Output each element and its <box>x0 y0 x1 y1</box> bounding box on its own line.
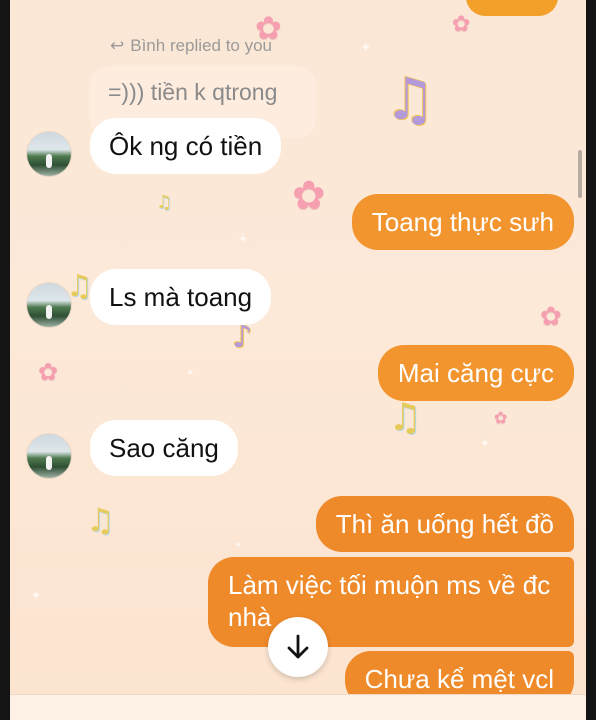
sparkle-icon: ✦ <box>360 40 372 56</box>
avatar[interactable] <box>27 283 71 327</box>
sparkle-icon: ✦ <box>234 540 243 551</box>
message-bubble-outgoing[interactable]: Làm việc tối muộn ms về đc nhà <box>208 557 574 647</box>
message-bubble-outgoing[interactable]: Toang thực sưh <box>351 194 574 250</box>
message-text: Toang thực sưh <box>371 207 554 237</box>
music-note-icon: ♫ <box>86 501 115 539</box>
music-note-icon: ♫ <box>388 395 423 439</box>
sparkle-icon: ✦ <box>480 436 491 450</box>
message-bubble-incoming[interactable]: Sao căng <box>90 420 238 476</box>
avatar[interactable] <box>27 132 71 176</box>
reply-context-label: ↩ Bình replied to you <box>110 36 272 56</box>
music-note-icon: ♫ <box>66 269 93 304</box>
message-text: Làm việc tối muộn ms về đc nhà <box>228 570 551 632</box>
message-text: Chưa kể mệt vcl <box>364 664 554 694</box>
flower-icon: ✿ <box>540 302 562 332</box>
message-bubble-outgoing[interactable]: Mai căng cực <box>377 345 574 401</box>
flower-icon: ✿ <box>38 358 59 386</box>
message-text: Ôk ng có tiền <box>109 131 263 161</box>
quoted-message-text: =))) tiền k qtrong <box>108 79 278 105</box>
chat-panel[interactable]: ✿ ✿ ✿ ✿ ✿ ✿ ♫ ♫ ♫ ♪ ♫ ♫ ✦ ✦ ✦ ✦ ✦ ✦ ↩ Bìn… <box>10 0 586 720</box>
message-bubble-outgoing[interactable]: Thì ăn uống hết đồ <box>315 496 574 552</box>
arrow-down-icon <box>287 634 309 659</box>
reply-context-text: Bình replied to you <box>130 36 273 55</box>
scrollbar-thumb[interactable] <box>578 150 582 198</box>
scroll-to-bottom-button[interactable] <box>268 617 328 677</box>
flower-icon: ✿ <box>452 12 471 37</box>
message-text: Thì ăn uống hết đồ <box>335 509 554 539</box>
message-composer[interactable] <box>10 694 586 720</box>
sparkle-icon: ✦ <box>238 232 249 246</box>
music-note-icon: ♫ <box>156 192 173 213</box>
flower-icon: ✿ <box>292 173 326 219</box>
reply-arrow-icon: ↩ <box>110 36 125 56</box>
previous-message-bubble <box>466 0 558 16</box>
flower-icon: ✿ <box>494 408 508 427</box>
message-bubble-incoming[interactable]: Ls mà toang <box>90 269 272 325</box>
avatar[interactable] <box>27 434 71 478</box>
music-note-icon: ♫ <box>384 65 436 133</box>
message-bubble-incoming[interactable]: Ôk ng có tiền <box>90 118 282 174</box>
message-text: Sao căng <box>109 433 219 463</box>
message-text: Ls mà toang <box>109 282 253 312</box>
sparkle-icon: ✦ <box>186 368 195 379</box>
message-text: Mai căng cực <box>397 358 554 388</box>
sparkle-icon: ✦ <box>30 588 42 604</box>
